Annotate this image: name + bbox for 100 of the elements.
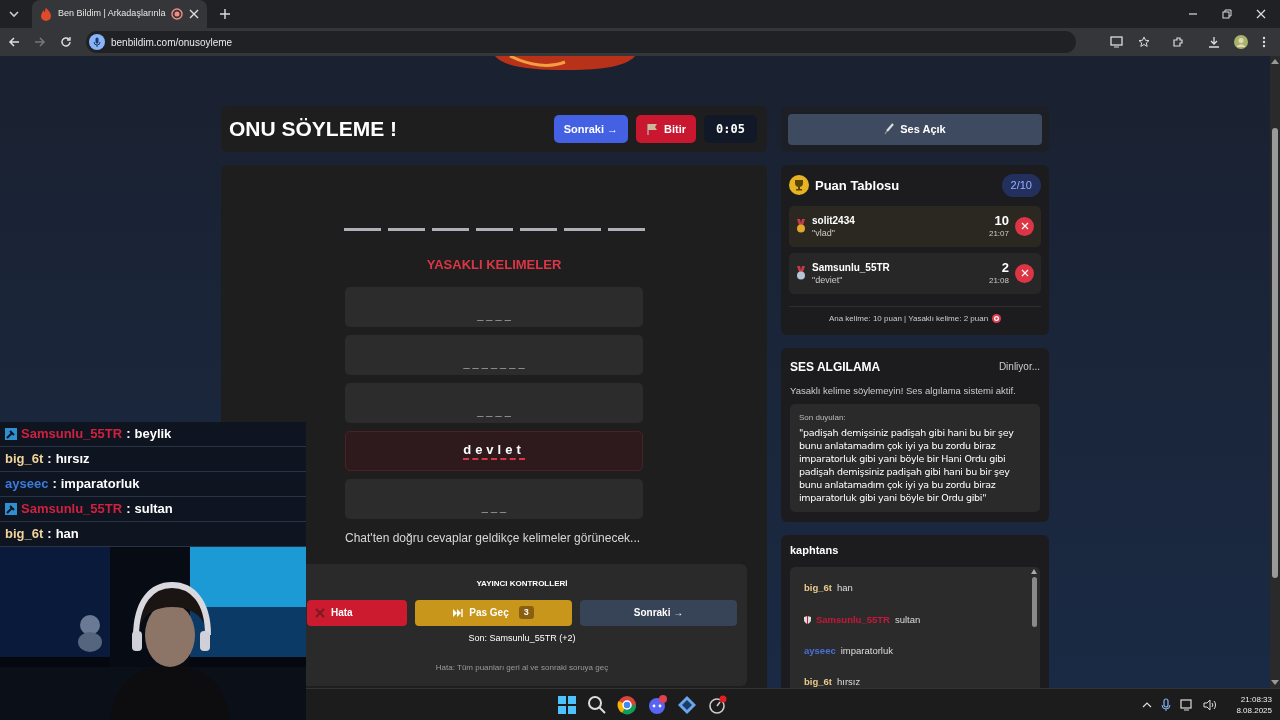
fill-in-line: _ _ _: [481, 500, 507, 513]
close-icon[interactable]: [1256, 9, 1266, 19]
chevron-up-icon[interactable]: [1142, 702, 1153, 708]
forbidden-word: devlet: [463, 441, 525, 460]
chat-separator: :: [47, 450, 52, 469]
shield-icon: [804, 615, 811, 624]
next-button[interactable]: Sonraki →: [553, 115, 629, 143]
chat-channel-title: kaphtans: [790, 542, 840, 558]
diamond-app-icon[interactable]: [676, 695, 697, 715]
network-icon[interactable]: [1180, 699, 1195, 711]
stream-chat-message: imparatorluk: [60, 475, 140, 494]
error-button[interactable]: Hata: [307, 599, 407, 626]
page-scrollbar-thumb[interactable]: [1272, 128, 1278, 578]
chat-message: han: [837, 581, 853, 596]
voice-detection-title: SES ALGILAMA: [790, 358, 881, 376]
pass-count-badge: 3: [518, 605, 534, 620]
flag-icon: [646, 123, 659, 135]
browser-icon[interactable]: [616, 695, 637, 715]
score: 10: [994, 212, 1009, 228]
tab-title: Ben Bildim | Arkadaşlarınla: [58, 7, 166, 21]
score-time: 21:07: [988, 227, 1009, 240]
listening-status: Dinliyor...: [998, 360, 1040, 374]
clock-time: 21:08:33: [1240, 694, 1272, 705]
close-icon[interactable]: [189, 9, 200, 19]
game-title: ONU SÖYLEME !: [229, 116, 398, 143]
cast-icon[interactable]: [1110, 36, 1124, 48]
menu-icon[interactable]: [1262, 36, 1266, 48]
stream-chat-username: Samsunlu_55TR: [21, 500, 123, 519]
chat-username: big_6t: [804, 675, 832, 688]
chat-app-icon[interactable]: [646, 695, 667, 715]
restore-icon[interactable]: [1222, 9, 1232, 19]
address-bar[interactable]: benbildim.com/onusoyleme: [86, 31, 1076, 53]
fill-in-line: _ _ _ _ _ _ _: [463, 356, 525, 369]
remove-score-button[interactable]: [1015, 263, 1034, 283]
sound-toggle-button[interactable]: Ses Açık: [788, 113, 1042, 145]
download-icon[interactable]: [1208, 36, 1220, 48]
next-button[interactable]: Sonraki →: [580, 599, 737, 626]
stream-chat-username: big_6t: [5, 525, 44, 544]
chat-username: big_6t: [804, 581, 832, 596]
stream-chat-message: han: [55, 525, 79, 544]
pass-button[interactable]: Pas Geç 3: [415, 599, 572, 626]
last-score-text: Son: Samsunlu_55TR (+2): [468, 631, 576, 645]
scrollbar-thumb[interactable]: [1031, 577, 1037, 628]
close-icon: [315, 607, 325, 618]
scroll-down-icon[interactable]: [1271, 680, 1279, 686]
gauge-app-icon[interactable]: [706, 695, 727, 715]
chat-username: ayseec: [804, 643, 836, 658]
volume-icon[interactable]: [1203, 699, 1218, 711]
scroll-up-icon[interactable]: [1031, 569, 1037, 575]
search-icon[interactable]: [586, 695, 607, 715]
microphone-icon: [884, 123, 895, 135]
chat-message: sultan: [894, 612, 921, 627]
warning-text: Yasaklı kelime söylemeyin! Ses algılama sistemi aktif.: [790, 383, 1017, 398]
remove-score-button[interactable]: [1015, 216, 1034, 236]
hammer-icon: [5, 428, 17, 440]
score: 2: [1001, 259, 1009, 275]
star-icon[interactable]: [1138, 36, 1150, 48]
profile-avatar-icon[interactable]: [1234, 35, 1248, 49]
scroll-up-icon[interactable]: [1271, 58, 1279, 64]
clock-date: 8.08.2025: [1236, 705, 1272, 716]
guessed-word: "vlad": [812, 226, 836, 239]
favicon-icon: [40, 7, 52, 21]
finish-button[interactable]: Bitir: [636, 115, 697, 143]
stream-chat-message: sultan: [134, 500, 173, 519]
new-tab-icon[interactable]: [219, 8, 232, 20]
fill-in-line: _ _ _ _: [477, 404, 511, 417]
medal-icon: [796, 266, 806, 280]
reload-icon[interactable]: [60, 36, 72, 48]
player-name: Samsunlu_55TR: [812, 260, 891, 274]
microphone-icon[interactable]: [1161, 698, 1172, 712]
hammer-icon: [5, 503, 17, 515]
chat-username: Samsunlu_55TR: [816, 612, 890, 627]
heard-text: "padişah demişsiniz padişah gibi hani bu bir şey bunu anlatamadım çok iyi ya bu zordu biraz imparatorluk gibi yani böyle bir Hani Ordu gibi padişah demişsiniz padişah gibi hani bu bir şey bunu anlatamadım çok iyi ya bu zordu biraz imparatorluk gibi yani böyle bir Ordu gibi": [799, 425, 1015, 504]
chat-message: hırsız: [837, 675, 861, 688]
stream-chat-username: ayseec: [5, 475, 49, 494]
stream-chat-username: Samsunlu_55TR: [21, 425, 123, 444]
chat-separator: :: [126, 425, 131, 444]
forward-icon[interactable]: [34, 36, 46, 48]
medal-icon: [796, 219, 806, 233]
close-icon: [1020, 269, 1029, 277]
back-icon[interactable]: [8, 36, 20, 48]
timer: 0:05: [704, 115, 757, 143]
extensions-icon[interactable]: [1172, 36, 1184, 48]
scoreboard-title: Puan Tablosu: [815, 176, 901, 195]
skip-icon: [453, 608, 464, 617]
target-icon: [992, 314, 1002, 323]
guessed-word: "deviet": [812, 273, 844, 286]
chat-message: imparatorluk: [840, 643, 893, 658]
scoring-info: Ana kelime: 10 puan | Yasaklı kelime: 2 puan: [828, 312, 989, 325]
browser-tab[interactable]: Ben Bildim | Arkadaşlarınla: [32, 0, 208, 28]
url-text: benbildim.com/onusoyleme: [111, 35, 233, 50]
stream-chat-message: beylik: [134, 425, 172, 444]
round-badge: 2/10: [1001, 174, 1041, 197]
trophy-icon: [789, 175, 809, 196]
start-icon[interactable]: [556, 695, 577, 715]
hint-text: Chat'ten doğru cevaplar geldikçe kelimeler görünecek...: [345, 529, 642, 547]
stream-chat-username: big_6t: [5, 450, 44, 469]
microphone-icon: [89, 34, 105, 50]
heard-label: Son duyulan:: [799, 411, 847, 424]
fill-in-line: _ _ _ _: [477, 308, 511, 321]
